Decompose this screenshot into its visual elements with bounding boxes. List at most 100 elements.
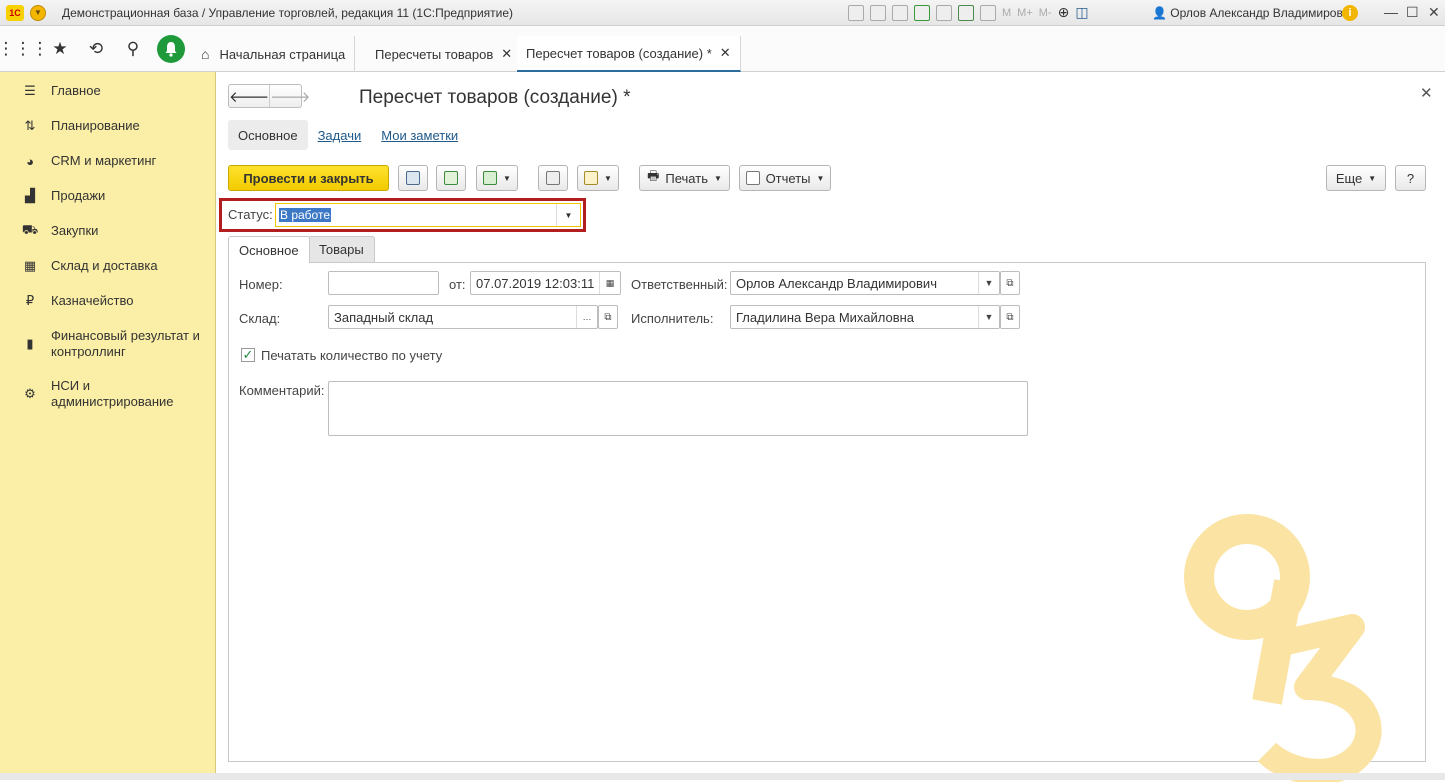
- titlebar-tools: M M+ M- ⊕ ◫: [848, 4, 1089, 21]
- tab-main[interactable]: Основное: [228, 120, 308, 150]
- executor-field[interactable]: Гладилина Вера Михайловна ▼: [730, 305, 1000, 329]
- sidebar-item-main[interactable]: ☰ Главное: [0, 83, 216, 99]
- forward-arrow-icon[interactable]: 🡒: [269, 85, 310, 107]
- close-form-icon[interactable]: ✕: [1420, 84, 1433, 102]
- memory-plus-button[interactable]: M+: [1017, 7, 1033, 19]
- reports-icon: [745, 171, 760, 185]
- list-icon: [546, 171, 560, 185]
- save-icon[interactable]: [848, 4, 864, 21]
- sidebar-item-label: Финансовый результат и контроллинг: [51, 328, 200, 359]
- status-label: Статус:: [228, 207, 273, 222]
- print-quantity-checkbox[interactable]: ✓: [241, 347, 255, 362]
- memory-button[interactable]: M: [1002, 7, 1011, 19]
- info-icon[interactable]: i: [1342, 5, 1358, 21]
- sidebar-item-sales[interactable]: ▟ Продажи: [0, 188, 216, 204]
- chart-icon: ▮: [26, 336, 34, 351]
- sidebar-item-warehouse[interactable]: ▦ Склад и доставка: [0, 258, 216, 274]
- back-arrow-icon[interactable]: 🡐: [229, 85, 269, 107]
- history-icon[interactable]: ⟲: [85, 38, 107, 60]
- open-warehouse-button[interactable]: ⧉: [598, 305, 618, 329]
- chevron-down-icon[interactable]: ▼: [978, 272, 999, 294]
- calendar-icon[interactable]: ▦: [599, 272, 620, 294]
- sidebar-item-financial[interactable]: ▮ Финансовый результат и контроллинг: [0, 328, 216, 360]
- main-menu-button[interactable]: ▼: [30, 4, 46, 21]
- sidebar-item-purchases[interactable]: ⛟ Закупки: [0, 222, 216, 239]
- home-icon: ⌂: [201, 46, 210, 62]
- copy-icon[interactable]: [936, 4, 952, 21]
- tab-inventory-count-create[interactable]: Пересчет товаров (создание) * ✕: [517, 36, 741, 72]
- warehouse-field[interactable]: Западный склад …: [328, 305, 598, 329]
- select-ellipsis-icon[interactable]: …: [576, 306, 597, 328]
- number-label: Номер:: [239, 277, 283, 292]
- bell-icon[interactable]: [157, 35, 185, 63]
- subtab-goods[interactable]: Товары: [308, 236, 375, 262]
- sidebar-item-crm[interactable]: ◕ CRM и маркетинг: [0, 153, 216, 169]
- planning-icon: ⇅: [24, 118, 36, 133]
- print-quantity-label[interactable]: Печатать количество по учету: [261, 348, 442, 363]
- cart-icon: ⛟: [21, 222, 39, 237]
- more-button[interactable]: Еще ▼: [1326, 165, 1386, 191]
- sidebar-item-label: Склад и доставка: [51, 258, 158, 273]
- close-icon[interactable]: ✕: [1428, 4, 1440, 21]
- print-icon[interactable]: [870, 4, 886, 21]
- attachments-button[interactable]: ▼: [577, 165, 619, 191]
- responsible-field[interactable]: Орлов Александр Владимирович ▼: [730, 271, 1000, 295]
- status-select[interactable]: В работе ▼: [275, 203, 581, 227]
- create-based-on-button[interactable]: ▼: [476, 165, 518, 191]
- sidebar-item-treasury[interactable]: ₽ Казначейство: [0, 293, 216, 309]
- memory-minus-button[interactable]: M-: [1039, 7, 1052, 19]
- search-icon[interactable]: ⚲: [122, 38, 144, 60]
- panel-icon[interactable]: ◫: [1075, 4, 1088, 21]
- open-responsible-button[interactable]: ⧉: [1000, 271, 1020, 295]
- post-button[interactable]: [436, 165, 466, 191]
- zoom-icon[interactable]: ⊕: [1058, 4, 1070, 21]
- tab-inventory-counts[interactable]: Пересчеты товаров ✕: [366, 36, 523, 72]
- star-icon[interactable]: ★: [49, 38, 71, 60]
- tab-tasks[interactable]: Задачи: [308, 120, 372, 150]
- crm-icon: ◕: [26, 153, 34, 169]
- help-button[interactable]: ?: [1395, 165, 1426, 191]
- chevron-down-icon[interactable]: ▼: [978, 306, 999, 328]
- print-button[interactable]: 🖶 Печать ▼: [639, 165, 730, 191]
- calculator-icon[interactable]: [958, 4, 974, 21]
- tab-inventory-counts-label: Пересчеты товаров: [375, 46, 494, 62]
- sidebar-item-planning[interactable]: ⇅ Планирование: [0, 118, 216, 134]
- window-title: Демонстрационная база / Управление торго…: [62, 5, 514, 20]
- gear-icon: ⚙: [24, 386, 36, 401]
- document-journal-button[interactable]: [538, 165, 568, 191]
- close-tab-icon[interactable]: ✕: [720, 45, 731, 61]
- tab-home[interactable]: ⌂ Начальная страница: [192, 36, 356, 72]
- reports-button[interactable]: Отчеты ▼: [739, 165, 831, 191]
- open-icon: ⧉: [604, 311, 612, 323]
- tab-notes[interactable]: Мои заметки: [371, 120, 468, 150]
- current-user[interactable]: 👤 Орлов Александр Владимирович: [1152, 6, 1356, 20]
- tab-home-label: Начальная страница: [219, 46, 346, 62]
- date-field[interactable]: 07.07.2019 12:03:11 ▦: [470, 271, 621, 295]
- tab-inventory-count-create-label: Пересчет товаров (создание) *: [526, 45, 712, 61]
- apps-grid-icon[interactable]: ⋮⋮⋮: [0, 38, 49, 60]
- save-icon: [406, 171, 420, 185]
- number-field[interactable]: [328, 271, 439, 295]
- calendar-icon[interactable]: [980, 4, 996, 21]
- window-titlebar: 1С ▼ Демонстрационная база / Управление …: [0, 0, 1445, 26]
- sidebar-item-label: Закупки: [51, 223, 99, 238]
- maximize-icon[interactable]: ☐: [1406, 4, 1419, 21]
- post-and-close-button[interactable]: Провести и закрыть: [228, 165, 389, 191]
- subtab-main[interactable]: Основное: [228, 236, 310, 263]
- minimize-icon[interactable]: —: [1384, 4, 1398, 20]
- responsible-value: Орлов Александр Владимирович: [736, 276, 937, 291]
- download-icon[interactable]: [914, 4, 930, 21]
- comment-field[interactable]: [328, 381, 1028, 436]
- preview-icon[interactable]: [892, 4, 908, 21]
- chevron-down-icon: ▼: [503, 173, 511, 183]
- watermark-logo: [1184, 514, 1382, 782]
- sections-sidebar: ☰ Главное ⇅ Планирование ◕ CRM и маркети…: [0, 72, 216, 780]
- chevron-down-icon[interactable]: ▼: [556, 204, 580, 226]
- save-button[interactable]: [398, 165, 428, 191]
- open-icon: ⧉: [1006, 311, 1014, 323]
- warehouse-icon: ▦: [23, 258, 37, 273]
- close-tab-icon[interactable]: ✕: [501, 46, 512, 62]
- sidebar-item-admin[interactable]: ⚙ НСИ и администрирование: [0, 378, 216, 410]
- checkmark-icon: ✓: [242, 347, 254, 362]
- open-executor-button[interactable]: ⧉: [1000, 305, 1020, 329]
